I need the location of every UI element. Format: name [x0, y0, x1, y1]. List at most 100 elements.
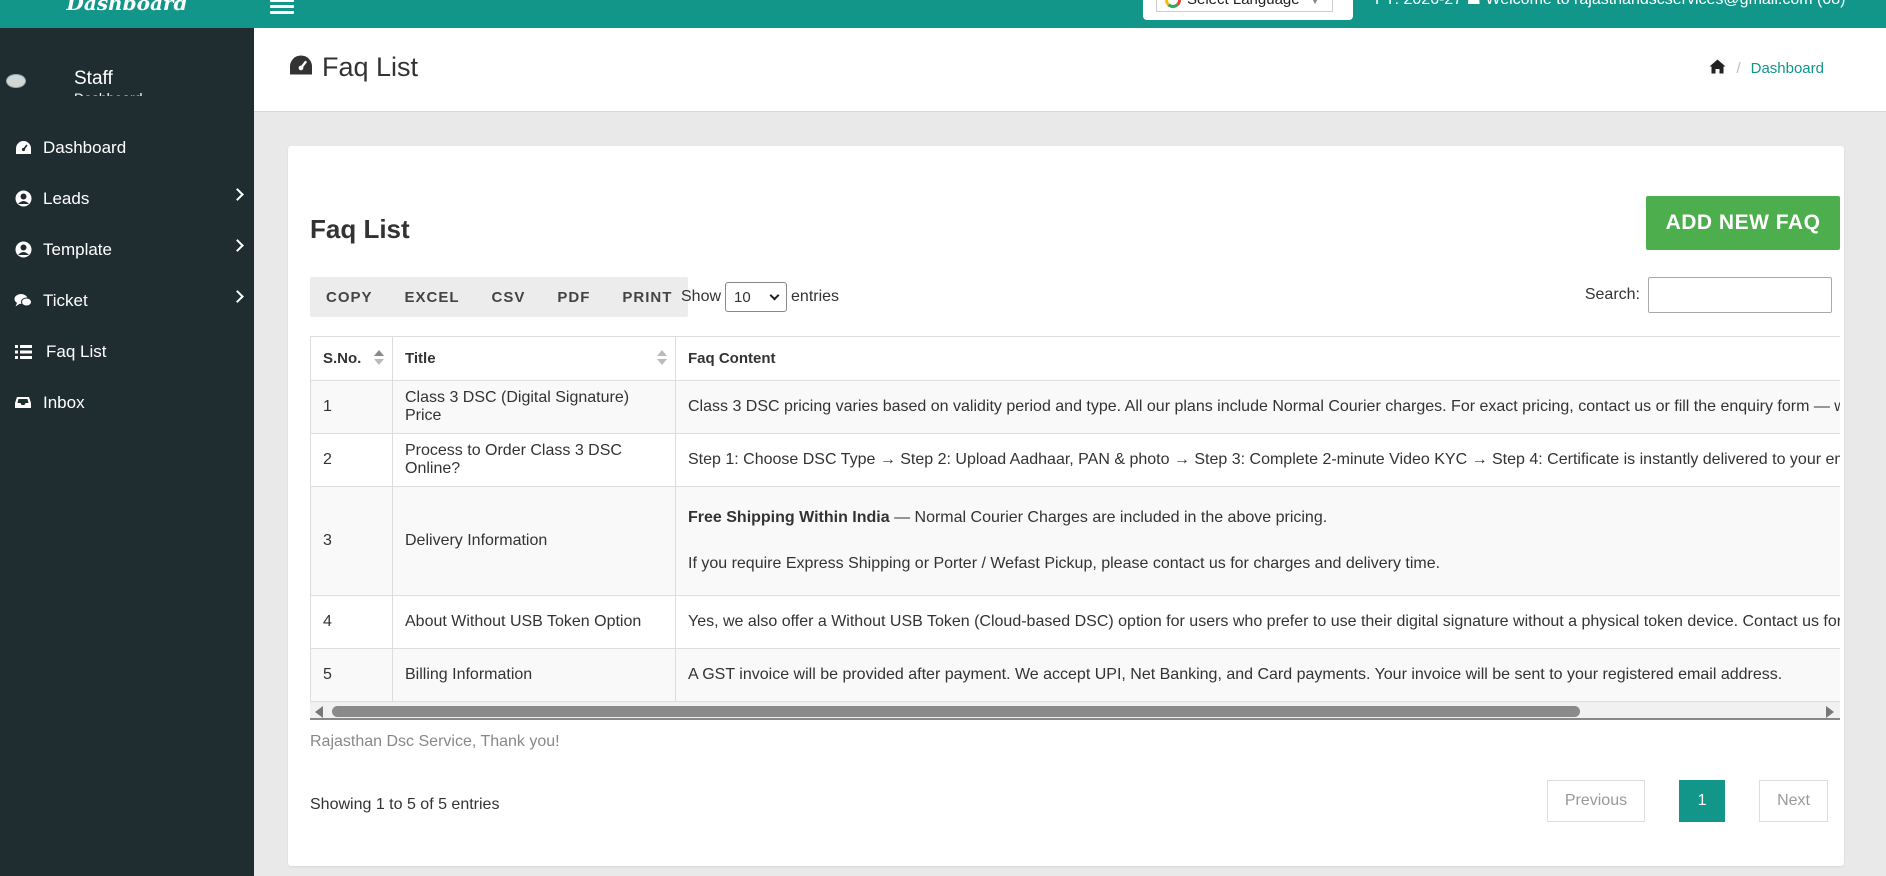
- table-row[interactable]: 4 About Without USB Token Option Yes, we…: [310, 595, 1840, 649]
- breadcrumb-separator: /: [1736, 60, 1741, 77]
- search-control: Search:: [1585, 277, 1832, 313]
- cell-title: Delivery Information: [392, 486, 676, 596]
- chevron-right-icon: [231, 290, 244, 303]
- sidebar-menu: Dashboard Leads Template Ticket Faq List…: [0, 122, 254, 428]
- content-header: Faq List / Dashboard: [254, 28, 1886, 112]
- language-label: Select Language: [1187, 0, 1300, 8]
- sort-icon: [374, 350, 384, 368]
- breadcrumb-dashboard-link[interactable]: Dashboard: [1751, 60, 1824, 77]
- staff-panel: Staff Dashboard: [0, 64, 254, 104]
- cell-sno: 1: [310, 380, 393, 434]
- card-title: Faq List: [310, 214, 410, 244]
- sidebar-item-inbox[interactable]: Inbox: [0, 377, 254, 428]
- table-header-row: S.No. Title Faq Content: [310, 336, 1840, 381]
- cell-title: About Without USB Token Option: [392, 595, 676, 649]
- cell-sno: 4: [310, 595, 393, 649]
- avatar: [6, 74, 26, 88]
- breadcrumb: / Dashboard: [1709, 59, 1824, 78]
- scroll-left-icon[interactable]: [315, 706, 323, 718]
- sidebar-item-template[interactable]: Template: [0, 224, 254, 275]
- next-page-button[interactable]: Next: [1759, 780, 1828, 822]
- column-header-title[interactable]: Title: [392, 336, 676, 381]
- content-bold: Free Shipping Within India: [688, 509, 890, 526]
- csv-button[interactable]: CSV: [476, 277, 542, 317]
- cell-content: Class 3 DSC pricing varies based on vali…: [675, 380, 1840, 434]
- search-label: Search:: [1584, 286, 1640, 303]
- staff-name: Staff: [74, 68, 113, 89]
- faq-table-container[interactable]: S.No. Title Faq Content 1 Class 3 DSC (D…: [310, 336, 1840, 702]
- cell-title: Process to Order Class 3 DSC Online?: [392, 433, 676, 487]
- column-header-faq-content[interactable]: Faq Content: [675, 336, 1840, 381]
- top-bar: Dashboard Select Language ▼ FY: 2026-27 ☗…: [0, 0, 1886, 28]
- column-header-sno[interactable]: S.No.: [310, 336, 393, 381]
- cell-content: Step 1: Choose DSC Type → Step 2: Upload…: [675, 433, 1840, 487]
- sidebar-item-faq-list[interactable]: Faq List: [0, 326, 254, 377]
- home-icon[interactable]: [1709, 59, 1726, 78]
- add-new-faq-button[interactable]: ADD NEW FAQ: [1646, 196, 1840, 250]
- cell-sno: 5: [310, 648, 393, 702]
- user-circle-icon: [14, 241, 32, 259]
- user-circle-icon: [14, 190, 32, 208]
- scrollbar-thumb[interactable]: [332, 706, 1580, 717]
- entries-info: Showing 1 to 5 of 5 entries: [310, 796, 500, 813]
- welcome-text[interactable]: FY: 2026-27 ☗ Welcome to rajasthandscser…: [1375, 0, 1845, 8]
- cell-content: Free Shipping Within India — Normal Cour…: [675, 486, 1840, 596]
- cell-sno: 2: [310, 433, 393, 487]
- brand-logo[interactable]: Dashboard: [0, 0, 254, 28]
- sidebar-item-dashboard[interactable]: Dashboard: [0, 122, 254, 173]
- chevron-right-icon: [231, 188, 244, 201]
- google-icon: [1165, 0, 1181, 9]
- table-row[interactable]: 3 Delivery Information Free Shipping Wit…: [310, 486, 1840, 596]
- scroll-right-icon[interactable]: [1826, 706, 1834, 718]
- chevron-right-icon: [231, 239, 244, 252]
- previous-page-button[interactable]: Previous: [1546, 780, 1646, 822]
- entries-length-control: Show 10 entries: [681, 277, 839, 317]
- entries-label: entries: [791, 288, 840, 305]
- cell-sno: 3: [310, 486, 393, 596]
- page-1-button[interactable]: 1: [1679, 780, 1726, 822]
- pagination: Previous 1 Next: [1546, 780, 1828, 822]
- table-row[interactable]: 2 Process to Order Class 3 DSC Online? S…: [310, 433, 1840, 487]
- print-button[interactable]: PRINT: [606, 277, 688, 317]
- language-selector[interactable]: Select Language ▼: [1156, 0, 1334, 12]
- sidebar-item-label: Leads: [43, 188, 90, 208]
- sidebar-item-ticket[interactable]: Ticket: [0, 275, 254, 326]
- search-input[interactable]: [1648, 277, 1832, 313]
- faq-card: Faq List ADD NEW FAQ COPY EXCEL CSV PDF …: [288, 146, 1844, 866]
- sidebar-item-label: Dashboard: [43, 137, 127, 157]
- horizontal-scrollbar[interactable]: [310, 702, 1840, 720]
- sidebar-item-label: Inbox: [43, 392, 85, 412]
- cell-title: Billing Information: [392, 648, 676, 702]
- cell-content: Yes, we also offer a Without USB Token (…: [675, 595, 1840, 649]
- page-title-text: Faq List: [322, 52, 419, 82]
- sidebar-item-label: Ticket: [43, 290, 88, 310]
- table-footer-note: Rajasthan Dsc Service, Thank you!: [310, 733, 560, 750]
- comments-icon: [14, 292, 32, 310]
- table-row[interactable]: 1 Class 3 DSC (Digital Signature) Price …: [310, 380, 1840, 434]
- dashboard-icon: [288, 52, 314, 83]
- faq-table: S.No. Title Faq Content 1 Class 3 DSC (D…: [310, 336, 1840, 702]
- list-icon: [14, 343, 32, 361]
- language-selector-container: Select Language ▼: [1143, 0, 1353, 20]
- excel-button[interactable]: EXCEL: [389, 277, 476, 317]
- copy-button[interactable]: COPY: [310, 277, 389, 317]
- export-toolbar: COPY EXCEL CSV PDF PRINT: [310, 277, 689, 317]
- table-row[interactable]: 5 Billing Information A GST invoice will…: [310, 648, 1840, 702]
- sidebar-item-label: Faq List: [46, 341, 107, 361]
- sidebar-item-leads[interactable]: Leads: [0, 173, 254, 224]
- entries-select[interactable]: 10: [725, 282, 788, 312]
- sort-icon: [657, 350, 667, 368]
- sidebar: Staff Dashboard Dashboard Leads Template…: [0, 28, 254, 876]
- chevron-down-icon: [769, 290, 780, 300]
- hamburger-menu-icon[interactable]: [270, 0, 294, 16]
- dashboard-icon: [14, 139, 32, 157]
- staff-subtitle: Dashboard: [74, 90, 143, 96]
- entries-select-value: 10: [734, 288, 751, 306]
- cell-content: A GST invoice will be provided after pay…: [675, 648, 1840, 702]
- cell-title: Class 3 DSC (Digital Signature) Price: [392, 380, 676, 434]
- pdf-button[interactable]: PDF: [541, 277, 606, 317]
- inbox-icon: [14, 394, 32, 412]
- show-label: Show: [681, 288, 722, 305]
- dropdown-arrow-icon: ▼: [1308, 0, 1323, 8]
- page-title: Faq List: [288, 52, 418, 83]
